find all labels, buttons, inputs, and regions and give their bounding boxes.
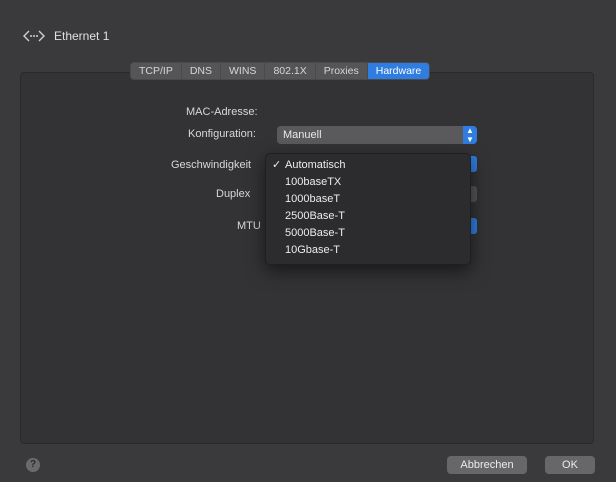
configuration-label: Konfiguration: <box>188 128 256 140</box>
tab-wins[interactable]: WINS <box>221 63 266 79</box>
menu-item-label: 100baseTX <box>285 176 342 188</box>
menu-item-100basetx[interactable]: 100baseTX <box>266 174 470 191</box>
menu-item-2500base-t[interactable]: 2500Base-T <box>266 208 470 225</box>
menu-item-label: 1000baseT <box>285 193 341 205</box>
configuration-value: Manuell <box>283 129 322 141</box>
chevron-up-down-icon: ▲ ▼ <box>463 126 477 144</box>
menu-item-1000baset[interactable]: 1000baseT <box>266 191 470 208</box>
mtu-label: MTU <box>237 220 261 232</box>
tab-8021x[interactable]: 802.1X <box>265 63 316 79</box>
menu-item-label: 2500Base-T <box>285 210 345 222</box>
tab-hardware[interactable]: Hardware <box>367 63 430 79</box>
menu-item-automatisch[interactable]: ✓ Automatisch <box>266 157 470 174</box>
speed-dropdown-menu: ✓ Automatisch 100baseTX 1000baseT 2500Ba… <box>265 153 471 265</box>
help-button[interactable]: ? <box>26 458 40 472</box>
menu-item-label: 10Gbase-T <box>285 244 341 256</box>
ok-button[interactable]: OK <box>545 456 595 474</box>
tab-bar: TCP/IP DNS WINS 802.1X Proxies Hardware <box>130 62 431 80</box>
menu-item-label: Automatisch <box>285 159 346 171</box>
mac-address-label: MAC-Adresse: <box>186 106 258 118</box>
cancel-button[interactable]: Abbrechen <box>447 456 527 474</box>
network-arrows-icon <box>22 28 46 44</box>
duplex-label: Duplex <box>216 188 251 200</box>
speed-label: Geschwindigkeit <box>171 159 252 171</box>
window-title: Ethernet 1 <box>54 29 110 43</box>
tab-tcpip[interactable]: TCP/IP <box>131 63 182 79</box>
tab-dns[interactable]: DNS <box>182 63 222 79</box>
menu-item-5000base-t[interactable]: 5000Base-T <box>266 225 470 242</box>
configuration-popup[interactable]: Manuell ▲ ▼ <box>277 126 477 144</box>
menu-item-10gbase-t[interactable]: 10Gbase-T <box>266 242 470 259</box>
header: Ethernet 1 <box>0 0 616 60</box>
menu-item-label: 5000Base-T <box>285 227 345 239</box>
tab-proxies[interactable]: Proxies <box>316 63 368 79</box>
checkmark-icon: ✓ <box>272 159 282 171</box>
